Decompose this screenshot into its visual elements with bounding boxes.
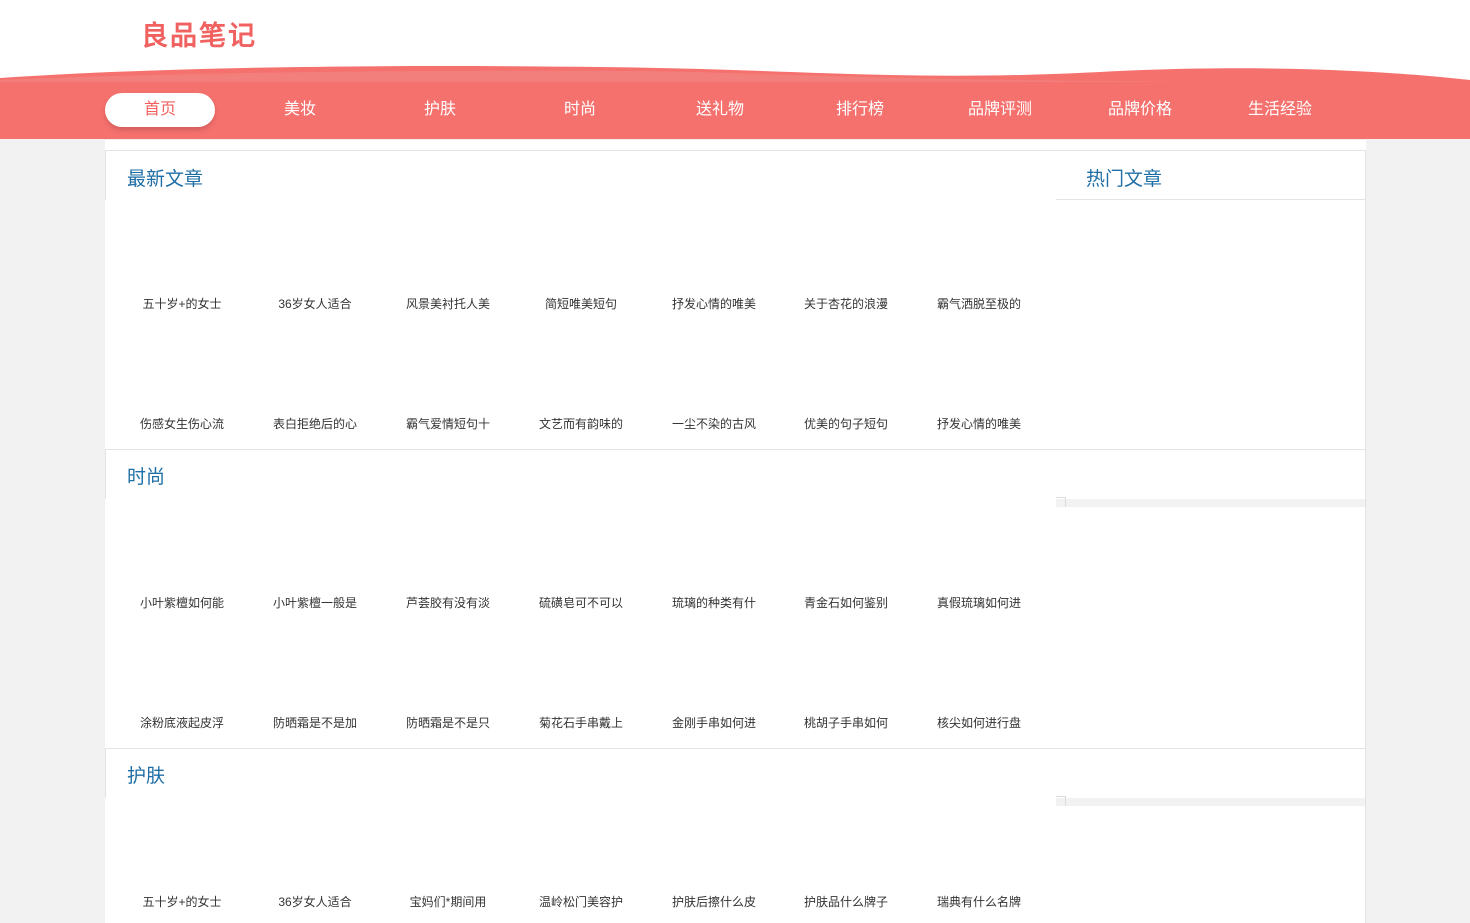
article-link[interactable]: 关于杏花的浪漫	[791, 295, 901, 313]
nav-makeup[interactable]: 美妆	[245, 93, 355, 127]
article-link[interactable]: 青金石如何鉴别	[791, 594, 901, 612]
article-link[interactable]: 防晒霜是不是只	[393, 714, 503, 732]
article-link[interactable]: 琉璃的种类有什	[659, 594, 769, 612]
article-link[interactable]: 护肤品什么牌子	[791, 893, 901, 911]
nav-brand-prices[interactable]: 品牌价格	[1085, 93, 1195, 127]
nav-gifts[interactable]: 送礼物	[665, 93, 775, 127]
article-link[interactable]: 温岭松门美容护	[526, 893, 636, 911]
nav-home[interactable]: 首页	[105, 93, 215, 127]
nav-fashion[interactable]: 时尚	[525, 93, 635, 127]
section-skincare-header: 护肤	[105, 748, 1056, 798]
sidebar-corner-mark	[1056, 796, 1066, 806]
sidebar-hot-header: 热门文章	[1056, 150, 1366, 200]
nav-skincare[interactable]: 护肤	[385, 93, 495, 127]
article-link[interactable]: 桃胡子手串如何	[791, 714, 901, 732]
content-top-divider	[105, 139, 1366, 140]
sidebar-gap	[1056, 798, 1366, 806]
content-area: 最新文章 五十岁+的女士 36岁女人适合 风景美衬托人美 简短唯美短句 抒发心情…	[105, 139, 1366, 923]
article-link[interactable]: 硫磺皂可不可以	[526, 594, 636, 612]
article-link[interactable]: 五十岁+的女士	[127, 295, 237, 313]
article-link[interactable]: 防晒霜是不是加	[260, 714, 370, 732]
article-link[interactable]: 表白拒绝后的心	[260, 415, 370, 433]
section-fashion-title: 时尚	[127, 467, 166, 488]
section-fashion: 时尚 小叶紫檀如何能 小叶紫檀一般是 芦荟胶有没有淡 硫磺皂可不可以 琉璃的种类…	[105, 449, 1056, 749]
site-logo[interactable]: 良品笔记	[141, 14, 257, 53]
section-skincare-title: 护肤	[127, 766, 166, 787]
article-link[interactable]: 小叶紫檀一般是	[260, 594, 370, 612]
sidebar-border	[1365, 748, 1366, 923]
article-link[interactable]: 36岁女人适合	[260, 295, 370, 313]
article-link[interactable]: 金刚手串如何进	[659, 714, 769, 732]
article-link[interactable]: 五十岁+的女士	[127, 893, 237, 911]
article-link[interactable]: 36岁女人适合	[260, 893, 370, 911]
sidebar-corner-mark	[1056, 497, 1066, 507]
sidebar-hot-title: 热门文章	[1086, 169, 1163, 190]
article-link[interactable]: 护肤后擦什么皮	[659, 893, 769, 911]
article-link[interactable]: 简短唯美短句	[526, 295, 636, 313]
section-skincare: 护肤 五十岁+的女士 36岁女人适合 宝妈们*期间用 温岭松门美容护 护肤后擦什…	[105, 748, 1056, 923]
article-link[interactable]: 抒发心情的唯美	[659, 295, 769, 313]
article-link[interactable]: 霸气洒脱至极的	[924, 295, 1034, 313]
nav-brand-reviews[interactable]: 品牌评测	[945, 93, 1055, 127]
section-latest: 最新文章 五十岁+的女士 36岁女人适合 风景美衬托人美 简短唯美短句 抒发心情…	[105, 150, 1056, 450]
article-link[interactable]: 芦荟胶有没有淡	[393, 594, 503, 612]
article-link[interactable]: 风景美衬托人美	[393, 295, 503, 313]
article-link[interactable]: 涂粉底液起皮浮	[127, 714, 237, 732]
sidebar-border	[1365, 200, 1366, 450]
article-link[interactable]: 文艺而有韵味的	[526, 415, 636, 433]
article-link[interactable]: 小叶紫檀如何能	[127, 594, 237, 612]
article-link[interactable]: 伤感女生伤心流	[127, 415, 237, 433]
header-wave	[0, 66, 1470, 84]
nav-rankings[interactable]: 排行榜	[805, 93, 915, 127]
article-link[interactable]: 霸气爱情短句十	[393, 415, 503, 433]
article-link[interactable]: 宝妈们*期间用	[393, 893, 503, 911]
article-link[interactable]: 菊花石手串戴上	[526, 714, 636, 732]
section-latest-header: 最新文章	[105, 150, 1056, 200]
main-nav: 首页 美妆 护肤 时尚 送礼物 排行榜 品牌评测 品牌价格 生活经验	[0, 82, 1470, 139]
article-link[interactable]: 优美的句子短句	[791, 415, 901, 433]
section-fashion-header: 时尚	[105, 449, 1056, 499]
article-link[interactable]: 核尖如何进行盘	[924, 714, 1034, 732]
site-header: 良品笔记 首页 美妆 护肤 时尚 送礼物 排行榜 品牌评测 品牌价格 生活经验	[0, 0, 1470, 139]
article-link[interactable]: 真假琉璃如何进	[924, 594, 1034, 612]
nav-life-tips[interactable]: 生活经验	[1225, 93, 1335, 127]
article-link[interactable]: 一尘不染的古风	[659, 415, 769, 433]
article-link[interactable]: 抒发心情的唯美	[924, 415, 1034, 433]
sidebar-gap	[1056, 499, 1366, 507]
sidebar-border	[1365, 449, 1366, 749]
article-link[interactable]: 瑞典有什么名牌	[924, 893, 1034, 911]
section-latest-title: 最新文章	[127, 169, 204, 190]
